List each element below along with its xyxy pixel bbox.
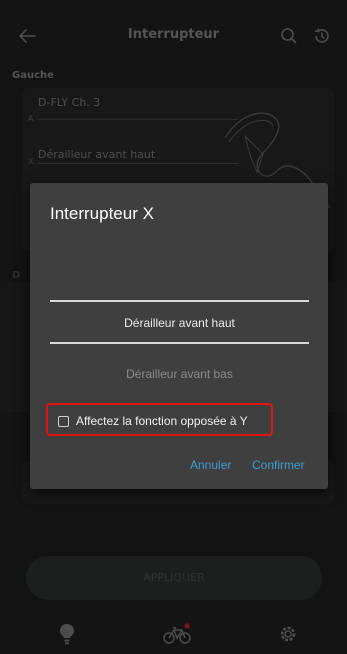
opposite-function-checkbox[interactable] bbox=[58, 416, 69, 427]
picker-option-bas[interactable]: Dérailleur avant bas bbox=[50, 367, 309, 381]
confirm-button[interactable]: Confirmer bbox=[252, 458, 305, 472]
switch-dialog: Interrupteur X Dérailleur avant haut Dér… bbox=[30, 183, 328, 489]
picker-divider-bottom bbox=[50, 342, 309, 344]
cancel-button[interactable]: Annuler bbox=[190, 458, 231, 472]
dialog-title: Interrupteur X bbox=[50, 204, 154, 223]
picker-option-selected[interactable]: Dérailleur avant haut bbox=[50, 316, 309, 330]
checkbox-label[interactable]: Affectez la fonction opposée à Y bbox=[76, 414, 248, 428]
app-screen: Interrupteur Gauche A D-FLY Ch. 3 X Déra… bbox=[0, 0, 347, 654]
picker-divider-top bbox=[50, 300, 309, 302]
